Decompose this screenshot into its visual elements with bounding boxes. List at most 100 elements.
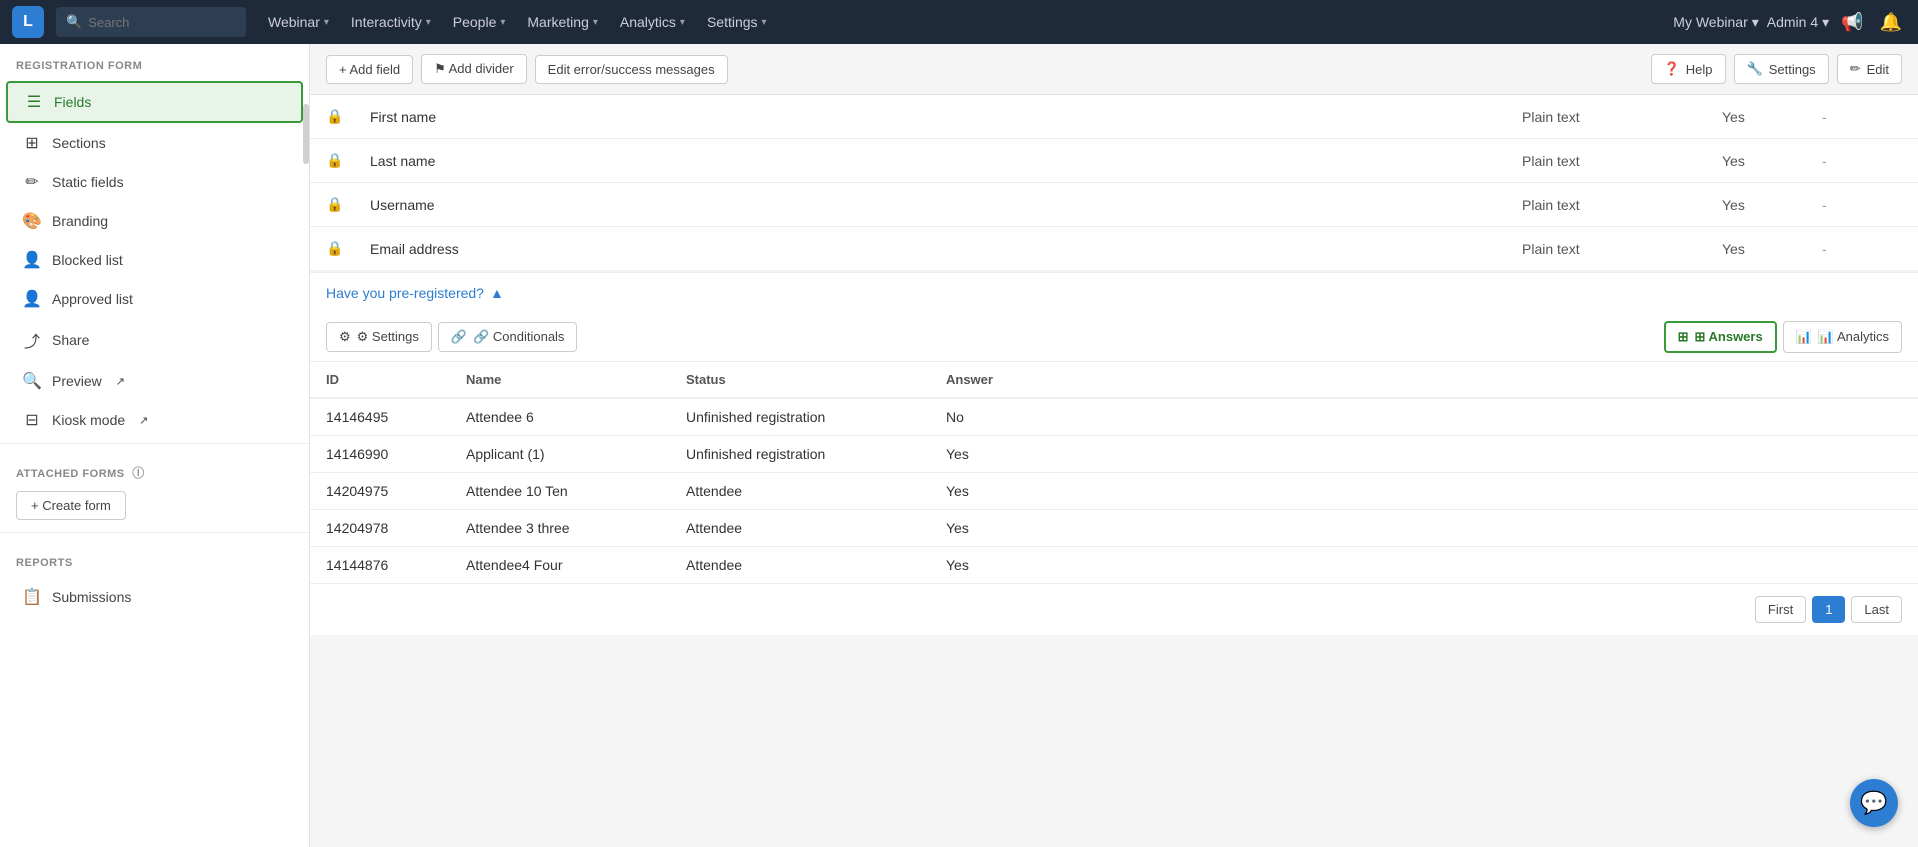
- nav-item-webinar[interactable]: Webinar ▾: [258, 8, 339, 36]
- pagination: First 1 Last: [310, 584, 1918, 635]
- sections-icon: ⊞: [22, 133, 42, 153]
- conditionals-tab-icon: 🔗: [451, 329, 467, 345]
- pre-registered-section: Have you pre-registered? ▲ ⚙ ⚙ Settings …: [310, 272, 1918, 635]
- kiosk-icon: ⊟: [22, 410, 42, 430]
- preview-icon: 🔍: [22, 371, 42, 391]
- search-icon: 🔍: [66, 14, 82, 30]
- sidebar-item-preview[interactable]: 🔍 Preview ↗: [6, 362, 303, 400]
- toolbar: + Add field ⚑ Add divider Edit error/suc…: [310, 44, 1918, 95]
- main-layout: REGISTRATION FORM ☰ Fields ⊞ Sections ✏ …: [0, 44, 1918, 847]
- chat-fab-button[interactable]: 💬: [1850, 779, 1898, 827]
- branding-icon: 🎨: [22, 211, 42, 231]
- sidebar-item-share[interactable]: ⤴ Share: [6, 319, 303, 361]
- settings-button[interactable]: 🔧 Settings: [1734, 54, 1829, 84]
- add-divider-button[interactable]: ⚑ Add divider: [421, 54, 527, 84]
- my-webinar-menu[interactable]: My Webinar ▾: [1673, 14, 1758, 31]
- table-row: 14144876 Attendee4 Four Attendee Yes: [310, 547, 1918, 584]
- sidebar: REGISTRATION FORM ☰ Fields ⊞ Sections ✏ …: [0, 44, 310, 847]
- sidebar-divider-2: [0, 532, 309, 533]
- sidebar-divider: [0, 443, 309, 444]
- blocked-list-icon: 👤: [22, 250, 42, 270]
- sidebar-item-blocked-list[interactable]: 👤 Blocked list: [6, 241, 303, 279]
- chevron-down-icon: ▾: [1822, 14, 1829, 31]
- static-fields-icon: ✏: [22, 172, 42, 192]
- nav-item-interactivity[interactable]: Interactivity ▾: [341, 8, 441, 36]
- create-form-button[interactable]: + Create form: [16, 491, 126, 520]
- conditionals-tab[interactable]: 🔗 🔗 Conditionals: [438, 322, 578, 352]
- external-link-icon: ↗: [139, 414, 148, 427]
- nav-item-settings[interactable]: Settings ▾: [697, 8, 777, 36]
- chevron-down-icon: ▾: [762, 17, 767, 28]
- chevron-down-icon: ▾: [500, 17, 505, 28]
- table-row: 14146495 Attendee 6 Unfinished registrat…: [310, 399, 1918, 436]
- sidebar-item-static-fields[interactable]: ✏ Static fields: [6, 163, 303, 201]
- sidebar-item-approved-list[interactable]: 👤 Approved list: [6, 280, 303, 318]
- scroll-indicator: [303, 104, 309, 164]
- reports-title: REPORTS: [0, 541, 309, 577]
- nav-item-analytics[interactable]: Analytics ▾: [610, 8, 695, 36]
- lock-icon: 🔒: [326, 108, 370, 125]
- info-icon: ⓘ: [132, 466, 145, 480]
- admin-menu[interactable]: Admin 4 ▾: [1767, 14, 1829, 31]
- chevron-down-icon: ▾: [1752, 14, 1759, 31]
- answers-tab-icon: ⊞: [1678, 329, 1689, 345]
- form-fields-table: 🔒 First name Plain text Yes - 🔒 Last nam…: [310, 95, 1918, 271]
- last-page-button[interactable]: Last: [1851, 596, 1902, 623]
- table-row: 14204975 Attendee 10 Ten Attendee Yes: [310, 473, 1918, 510]
- settings-tab-icon: ⚙: [339, 329, 351, 345]
- analytics-tab-icon: 📊: [1796, 329, 1812, 345]
- lock-icon: 🔒: [326, 152, 370, 169]
- answers-tab[interactable]: ⊞ ⊞ Answers: [1664, 321, 1777, 353]
- nav-item-people[interactable]: People ▾: [443, 8, 516, 36]
- pre-registered-link[interactable]: Have you pre-registered? ▲: [326, 285, 504, 301]
- share-icon: ⤴: [22, 328, 42, 352]
- content-area: 🔒 First name Plain text Yes - 🔒 Last nam…: [310, 95, 1918, 635]
- right-tabs: ⊞ ⊞ Answers 📊 📊 Analytics: [1664, 321, 1902, 353]
- external-link-icon: ↗: [116, 375, 125, 388]
- answers-table-header: ID Name Status Answer: [310, 362, 1918, 399]
- table-row: 14146990 Applicant (1) Unfinished regist…: [310, 436, 1918, 473]
- nav-item-marketing[interactable]: Marketing ▾: [517, 8, 608, 36]
- current-page-button[interactable]: 1: [1812, 596, 1845, 623]
- lock-icon: 🔒: [326, 240, 370, 257]
- sidebar-item-branding[interactable]: 🎨 Branding: [6, 202, 303, 240]
- search-input[interactable]: [88, 15, 236, 30]
- chevron-down-icon: ▾: [680, 17, 685, 28]
- attached-forms-title: ATTACHED FORMS ⓘ: [16, 464, 293, 491]
- nav-items: Webinar ▾ Interactivity ▾ People ▾ Marke…: [258, 8, 1669, 36]
- edit-button[interactable]: ✏ Edit: [1837, 54, 1902, 84]
- first-page-button[interactable]: First: [1755, 596, 1806, 623]
- toolbar-right: ❓ Help 🔧 Settings ✏ Edit: [1651, 54, 1902, 84]
- analytics-tab[interactable]: 📊 📊 Analytics: [1783, 321, 1902, 353]
- table-row: 🔒 Username Plain text Yes -: [310, 183, 1918, 227]
- table-row: 🔒 First name Plain text Yes -: [310, 95, 1918, 139]
- help-icon: ❓: [1664, 61, 1680, 77]
- sidebar-item-kiosk-mode[interactable]: ⊟ Kiosk mode ↗: [6, 401, 303, 439]
- pre-registered-header: Have you pre-registered? ▲: [310, 273, 1918, 313]
- help-button[interactable]: ❓ Help: [1651, 54, 1726, 84]
- chevron-down-icon: ▾: [324, 17, 329, 28]
- answers-table: ID Name Status Answer 14146495 Attendee …: [310, 362, 1918, 584]
- chevron-down-icon: ▾: [593, 17, 598, 28]
- search-box[interactable]: 🔍: [56, 7, 246, 37]
- sidebar-item-sections[interactable]: ⊞ Sections: [6, 124, 303, 162]
- sidebar-item-submissions[interactable]: 📋 Submissions: [6, 578, 303, 616]
- top-navigation: L 🔍 Webinar ▾ Interactivity ▾ People ▾ M…: [0, 0, 1918, 44]
- sidebar-item-fields[interactable]: ☰ Fields: [6, 81, 303, 123]
- table-row: 14204978 Attendee 3 three Attendee Yes: [310, 510, 1918, 547]
- settings-icon: 🔧: [1747, 61, 1763, 77]
- settings-tab[interactable]: ⚙ ⚙ Settings: [326, 322, 432, 352]
- edit-messages-button[interactable]: Edit error/success messages: [535, 55, 728, 84]
- fields-icon: ☰: [24, 92, 44, 112]
- app-logo[interactable]: L: [12, 6, 44, 38]
- bell-icon[interactable]: 🔔: [1876, 8, 1906, 37]
- lock-icon: 🔒: [326, 196, 370, 213]
- chevron-down-icon: ▾: [426, 17, 431, 28]
- approved-list-icon: 👤: [22, 289, 42, 309]
- table-row: 🔒 Last name Plain text Yes -: [310, 139, 1918, 183]
- notifications-icon[interactable]: 📢: [1837, 8, 1867, 37]
- add-field-button[interactable]: + Add field: [326, 55, 413, 84]
- attached-forms-section: ATTACHED FORMS ⓘ + Create form: [0, 448, 309, 528]
- registration-form-title: REGISTRATION FORM: [0, 44, 309, 80]
- nav-right: My Webinar ▾ Admin 4 ▾ 📢 🔔: [1673, 8, 1906, 37]
